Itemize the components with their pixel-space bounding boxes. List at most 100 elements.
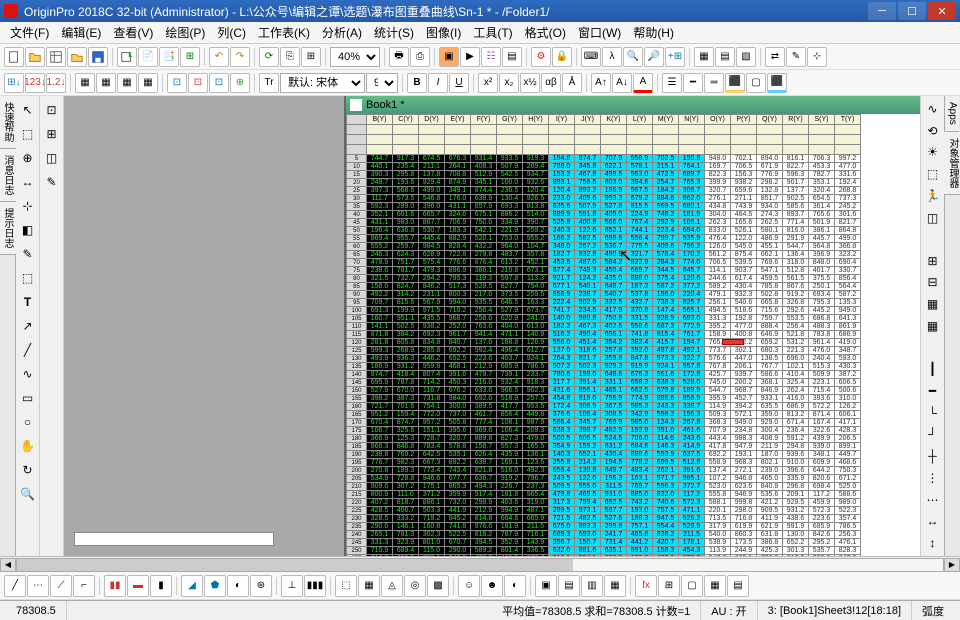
- data-cell[interactable]: 973.3: [653, 355, 679, 363]
- 3d-surface-button[interactable]: ◬: [381, 575, 403, 597]
- data-cell[interactable]: 115.0: [419, 547, 445, 555]
- data-cell[interactable]: 664.6: [497, 515, 523, 523]
- data-cell[interactable]: 882.9: [445, 235, 471, 243]
- data-cell[interactable]: 951.1: [393, 315, 419, 323]
- header-cell[interactable]: [367, 145, 393, 155]
- data-cell[interactable]: 889.8: [471, 435, 497, 443]
- data-cell[interactable]: 741.7: [549, 307, 575, 315]
- data-cell[interactable]: 451.4: [575, 339, 601, 347]
- data-cell[interactable]: 706.5: [731, 163, 757, 171]
- data-cell[interactable]: 886.2: [497, 211, 523, 219]
- same-height-button[interactable]: ↕: [923, 534, 943, 552]
- data-cell[interactable]: 478.9: [367, 259, 393, 267]
- data-cell[interactable]: 186.9: [601, 187, 627, 195]
- data-cell[interactable]: 160.8: [419, 523, 445, 531]
- data-cell[interactable]: 321.7: [627, 251, 653, 259]
- data-cell[interactable]: 741.8: [445, 523, 471, 531]
- data-cell[interactable]: 212.9: [471, 363, 497, 371]
- data-cell[interactable]: 296.8: [783, 483, 809, 491]
- data-cell[interactable]: 737.3: [835, 195, 861, 203]
- data-cell[interactable]: 468.6: [835, 459, 861, 467]
- data-cell[interactable]: 572.3: [679, 499, 705, 507]
- data-cell[interactable]: 636.7: [471, 475, 497, 483]
- data-cell[interactable]: 122.6: [575, 227, 601, 235]
- function-plot-button[interactable]: fx: [635, 575, 657, 597]
- data-cell[interactable]: 359.8: [601, 355, 627, 363]
- data-cell[interactable]: 256.4: [783, 323, 809, 331]
- data-cell[interactable]: 758.5: [575, 179, 601, 187]
- data-cell[interactable]: 111.0: [393, 491, 419, 499]
- data-cell[interactable]: 124.2: [575, 275, 601, 283]
- data-cell[interactable]: 391.0: [653, 427, 679, 435]
- data-cell[interactable]: 739.1: [497, 371, 523, 379]
- data-cell[interactable]: 126.2: [835, 403, 861, 411]
- data-cell[interactable]: 320.7: [705, 187, 731, 195]
- data-cell[interactable]: 359.9: [445, 491, 471, 499]
- header-cell[interactable]: [627, 125, 653, 135]
- data-cell[interactable]: 354.9: [549, 443, 575, 451]
- data-cell[interactable]: 676.3: [445, 155, 471, 163]
- row-header[interactable]: 175: [347, 427, 367, 435]
- data-cell[interactable]: 621.9: [757, 523, 783, 531]
- data-cell[interactable]: 166.2: [549, 235, 575, 243]
- col-header[interactable]: I(Y): [549, 115, 575, 125]
- data-cell[interactable]: 450.4: [601, 267, 627, 275]
- line-symbol-button[interactable]: ⟋: [50, 575, 72, 597]
- italic-button[interactable]: I: [428, 73, 448, 93]
- data-cell[interactable]: 593.9: [653, 451, 679, 459]
- data-cell[interactable]: 408.9: [757, 435, 783, 443]
- data-cell[interactable]: 120.4: [549, 187, 575, 195]
- perspective-button[interactable]: ⬚: [923, 165, 943, 183]
- data-cell[interactable]: 596.3: [653, 483, 679, 491]
- data-cell[interactable]: 673.7: [523, 307, 549, 315]
- scroll-left-button[interactable]: ◀: [0, 558, 16, 572]
- rescale-tool[interactable]: ⊞: [42, 124, 62, 144]
- new-project-button[interactable]: [4, 47, 24, 67]
- data-cell[interactable]: 783.8: [809, 331, 835, 339]
- data-cell[interactable]: 338.7: [679, 403, 705, 411]
- header-cell[interactable]: [705, 125, 731, 135]
- template3-button[interactable]: ▥: [581, 575, 603, 597]
- data-cell[interactable]: 243.5: [549, 475, 575, 483]
- data-cell[interactable]: 966.5: [497, 387, 523, 395]
- data-cell[interactable]: 693.3: [497, 203, 523, 211]
- data-cell[interactable]: 565.1: [679, 307, 705, 315]
- data-cell[interactable]: 692.5: [601, 499, 627, 507]
- data-cell[interactable]: 402.6: [601, 323, 627, 331]
- data-cell[interactable]: 576.6: [705, 355, 731, 363]
- redo-button[interactable]: ↷: [230, 47, 250, 67]
- data-cell[interactable]: 670.7: [445, 539, 471, 547]
- data-cell[interactable]: 248.7: [367, 179, 393, 187]
- data-cell[interactable]: 206.1: [731, 363, 757, 371]
- data-cell[interactable]: 394.5: [471, 539, 497, 547]
- row-header[interactable]: 155: [347, 395, 367, 403]
- row-header[interactable]: 50: [347, 227, 367, 235]
- data-cell[interactable]: 199.9: [393, 307, 419, 315]
- row-header[interactable]: 130: [347, 355, 367, 363]
- template2-button[interactable]: ▤: [558, 575, 580, 597]
- data-cell[interactable]: 453.6: [549, 259, 575, 267]
- data-cell[interactable]: 999.8: [731, 499, 757, 507]
- data-cell[interactable]: 399.9: [705, 179, 731, 187]
- data-cell[interactable]: 765.6: [809, 211, 835, 219]
- data-cell[interactable]: 416.0: [783, 395, 809, 403]
- data-cell[interactable]: 234.8: [731, 427, 757, 435]
- arrow-tool[interactable]: ↗: [18, 316, 38, 336]
- data-cell[interactable]: 527.9: [367, 387, 393, 395]
- scroll-right-button[interactable]: ▶: [944, 558, 960, 572]
- data-cell[interactable]: 256.3: [835, 531, 861, 539]
- data-cell[interactable]: 716.1: [523, 531, 549, 539]
- data-cell[interactable]: 192.9: [627, 427, 653, 435]
- data-cell[interactable]: 679.2: [627, 195, 653, 203]
- data-cell[interactable]: 499.5: [601, 171, 627, 179]
- minimize-button[interactable]: ─: [868, 2, 896, 20]
- data-cell[interactable]: 999.3: [367, 347, 393, 355]
- align-v-button[interactable]: ┃: [923, 360, 943, 378]
- row-header[interactable]: 240: [347, 531, 367, 539]
- data-cell[interactable]: 659.6: [731, 187, 757, 195]
- data-cell[interactable]: 888.4: [757, 323, 783, 331]
- data-cell[interactable]: 893.1: [549, 179, 575, 187]
- extract-button[interactable]: ⊟: [923, 274, 943, 292]
- data-cell[interactable]: 785.8: [757, 283, 783, 291]
- data-cell[interactable]: 348.0: [549, 243, 575, 251]
